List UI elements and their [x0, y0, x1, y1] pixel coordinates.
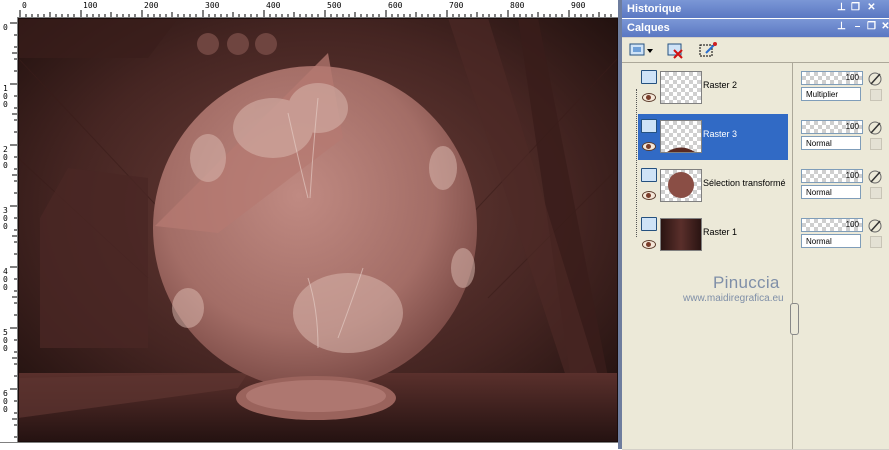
ruler-label: 200: [144, 1, 159, 10]
blend-mode-select[interactable]: Normal: [801, 136, 861, 150]
visibility-eye-icon[interactable]: [642, 142, 656, 151]
opacity-slider[interactable]: 100: [801, 120, 863, 134]
opacity-value: 100: [845, 220, 859, 229]
history-panel-title[interactable]: Historique ⊥ ❐ ✕: [622, 0, 889, 18]
watermark-name: Pinuccia: [713, 273, 780, 292]
layer-type-icon: [641, 168, 657, 182]
layers-panel-title[interactable]: Calques ⊥ – ❐ ✕: [622, 19, 889, 37]
mask-icon: [699, 42, 717, 57]
ruler-label: 0: [3, 23, 8, 32]
ruler-label: 800: [510, 1, 525, 10]
horizontal-ruler: 0 100 200 300 400 500 600 700 800 900: [17, 0, 618, 18]
pin-icon[interactable]: ⊥: [836, 2, 847, 14]
layer-list: Raster 2 Raster 3 Sélection transformé R…: [627, 63, 793, 449]
opacity-value: 100: [845, 171, 859, 180]
layer-name: Raster 3: [703, 129, 738, 139]
delete-layer-icon: [667, 43, 683, 59]
ruler-label: 700: [449, 1, 464, 10]
visibility-eye-icon[interactable]: [642, 93, 656, 102]
layer-props-raster-1: 100 Normal: [798, 216, 889, 262]
layers-panel: Raster 2 Raster 3 Sélection transformé R…: [622, 63, 889, 449]
edit-pen-icon[interactable]: [868, 72, 882, 86]
minimize-icon[interactable]: –: [852, 21, 863, 33]
panel-resize-handle[interactable]: [790, 303, 799, 335]
history-title-text: Historique: [627, 3, 682, 15]
delete-layer-button[interactable]: [666, 41, 688, 59]
layer-row-raster-3[interactable]: Raster 3: [638, 114, 788, 160]
new-layer-button[interactable]: [628, 41, 653, 59]
ruler-label: 600: [3, 389, 8, 414]
ruler-corner: [0, 0, 18, 18]
layer-type-icon: [641, 119, 657, 133]
opacity-slider[interactable]: 100: [801, 169, 863, 183]
layer-row-raster-1[interactable]: Raster 1: [638, 212, 788, 258]
lock-icon[interactable]: [870, 236, 882, 248]
layer-row-raster-2[interactable]: Raster 2: [638, 65, 788, 111]
pin-icon[interactable]: ⊥: [836, 21, 847, 33]
ruler-label: 600: [388, 1, 403, 10]
ruler-label: 500: [327, 1, 342, 10]
ruler-label: 100: [83, 1, 98, 10]
restore-icon[interactable]: ❐: [850, 2, 861, 14]
opacity-slider[interactable]: 100: [801, 71, 863, 85]
layer-thumbnail: [660, 169, 702, 202]
ruler-label: 400: [266, 1, 281, 10]
layer-props-raster-3: 100 Normal: [798, 118, 889, 164]
layer-props-raster-2: 100 Multiplier: [798, 69, 889, 115]
edit-pen-icon[interactable]: [868, 219, 882, 233]
new-layer-icon: [629, 43, 653, 56]
lock-icon[interactable]: [870, 138, 882, 150]
layer-thumbnail: [660, 218, 702, 251]
close-icon[interactable]: ✕: [880, 21, 889, 33]
layers-toolbar: [622, 38, 889, 63]
lock-icon[interactable]: [870, 187, 882, 199]
restore-icon[interactable]: ❐: [866, 21, 877, 33]
edit-pen-icon[interactable]: [868, 121, 882, 135]
vertical-ruler: 0 100 200 300 400 500 600: [0, 17, 18, 449]
ruler-label: 100: [3, 84, 8, 109]
blend-mode-select[interactable]: Normal: [801, 234, 861, 248]
visibility-eye-icon[interactable]: [642, 191, 656, 200]
layer-type-icon: [641, 70, 657, 84]
ruler-label: 0: [22, 1, 27, 10]
image-canvas[interactable]: [18, 18, 618, 442]
layer-name: Raster 2: [703, 80, 738, 90]
ruler-label: 400: [3, 267, 8, 292]
layers-title-text: Calques: [627, 22, 670, 34]
layer-properties: 100 Multiplier 100 Normal 100 Normal 100…: [798, 63, 889, 449]
layer-type-icon: [641, 217, 657, 231]
ruler-label: 300: [3, 206, 8, 231]
opacity-slider[interactable]: 100: [801, 218, 863, 232]
opacity-value: 100: [845, 122, 859, 131]
edit-pen-icon[interactable]: [868, 170, 882, 184]
blend-mode-select[interactable]: Multiplier: [801, 87, 861, 101]
watermark-url: www.maidiregrafica.eu: [683, 293, 784, 304]
ruler-label: 900: [571, 1, 586, 10]
close-icon[interactable]: ✕: [866, 2, 877, 14]
lock-icon[interactable]: [870, 89, 882, 101]
layer-name: Sélection transformé: [703, 178, 786, 188]
layer-row-selection[interactable]: Sélection transformé: [638, 163, 788, 209]
layer-props-selection: 100 Normal: [798, 167, 889, 213]
layer-name: Raster 1: [703, 227, 738, 237]
blend-mode-select[interactable]: Normal: [801, 185, 861, 199]
opacity-value: 100: [845, 73, 859, 82]
ruler-label: 500: [3, 328, 8, 353]
visibility-eye-icon[interactable]: [642, 240, 656, 249]
ruler-label: 200: [3, 145, 8, 170]
mask-button[interactable]: [698, 41, 720, 59]
ruler-label: 300: [205, 1, 220, 10]
layer-thumbnail: [660, 71, 702, 104]
layer-thumbnail: [660, 120, 702, 153]
